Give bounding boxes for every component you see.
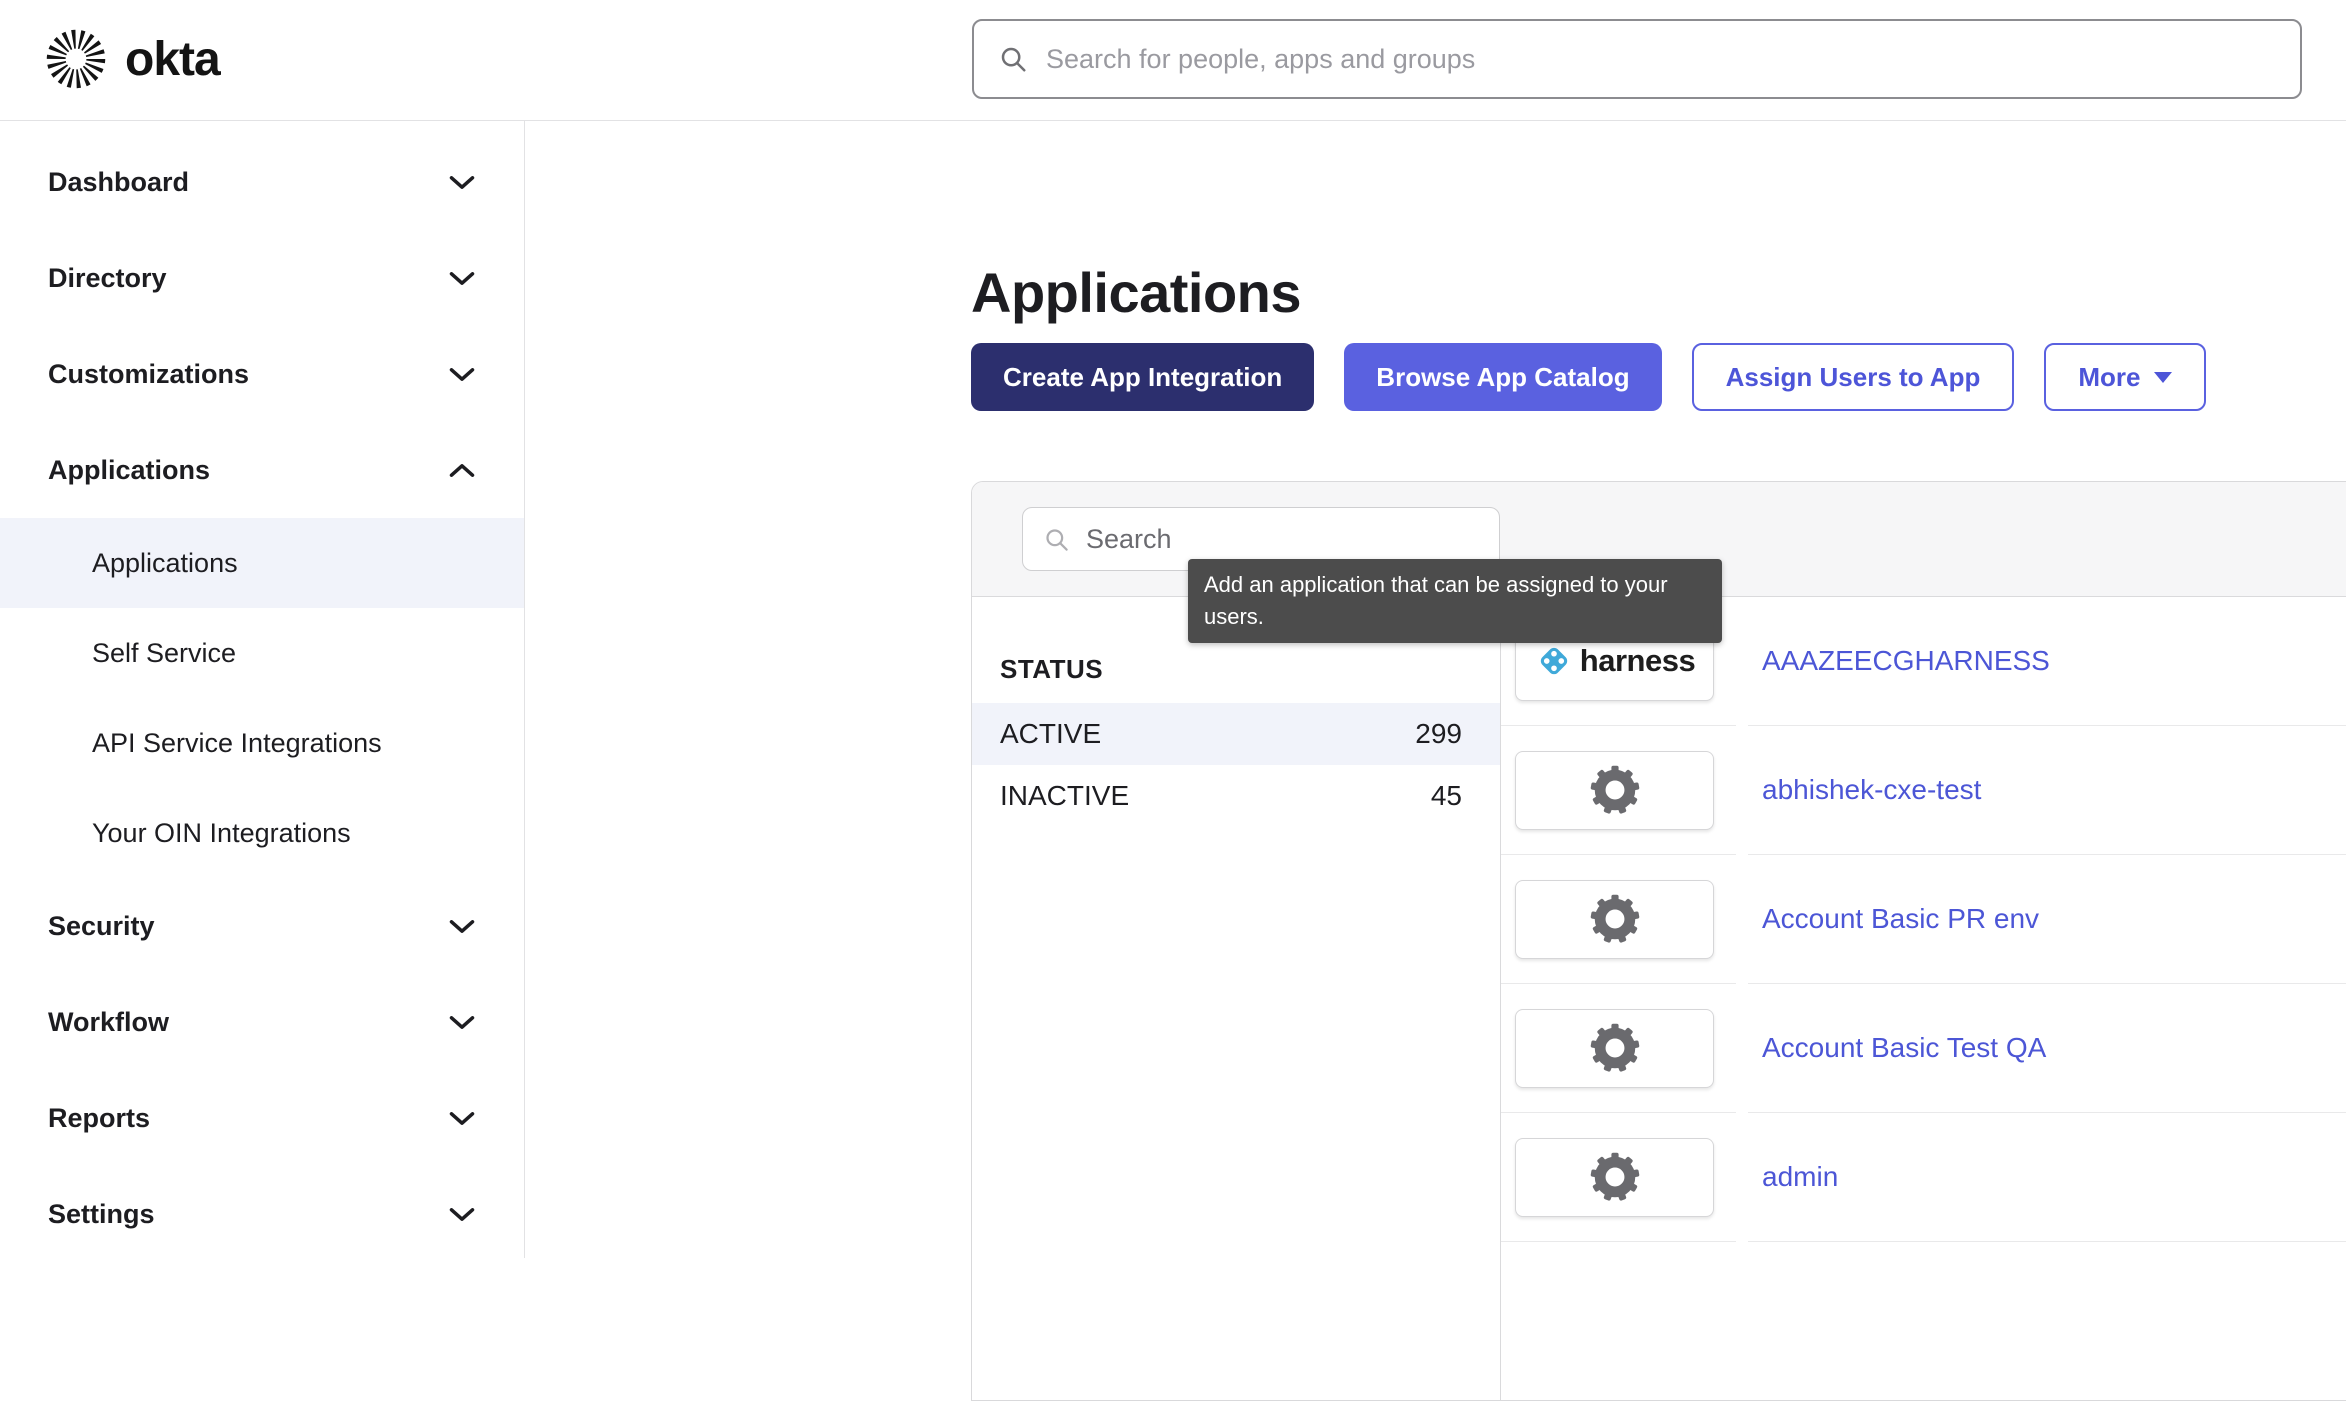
okta-wordmark: okta — [125, 32, 220, 87]
more-button[interactable]: More — [2044, 343, 2206, 411]
sidebar-item-directory[interactable]: Directory — [0, 230, 524, 326]
caret-down-icon — [2154, 372, 2172, 383]
status-filter-header: STATUS — [972, 647, 1500, 691]
gear-icon — [1588, 1150, 1642, 1204]
app-search-input[interactable] — [1084, 523, 1479, 556]
inactive-count: 45 — [1431, 780, 1462, 812]
okta-spinner-icon — [43, 26, 109, 92]
app-row[interactable]: admin — [1501, 1113, 2346, 1242]
chevron-down-icon — [448, 270, 476, 287]
chevron-down-icon — [448, 1110, 476, 1127]
sidebar-item-applications[interactable]: Applications — [0, 422, 524, 518]
app-link[interactable]: Account Basic PR env — [1762, 903, 2039, 935]
sidebar: Dashboard Directory Customizations Appli… — [0, 120, 525, 1258]
app-link[interactable]: admin — [1762, 1161, 1838, 1193]
global-search-input[interactable] — [1044, 43, 2276, 76]
sidebar-subitem-api-service-integrations[interactable]: API Service Integrations — [0, 698, 524, 788]
search-icon — [998, 44, 1028, 74]
sidebar-item-security[interactable]: Security — [0, 878, 524, 974]
tooltip-line: Add an application that can be assigned … — [1204, 569, 1706, 601]
assign-users-to-app-button[interactable]: Assign Users to App — [1692, 343, 2015, 411]
app-logo-tile — [1515, 880, 1714, 959]
chevron-up-icon — [448, 462, 476, 479]
sidebar-subitem-your-oin-integrations[interactable]: Your OIN Integrations — [0, 788, 524, 878]
page-title: Applications — [971, 260, 1301, 325]
sidebar-subitem-applications[interactable]: Applications — [0, 518, 524, 608]
chevron-down-icon — [448, 1206, 476, 1223]
chevron-down-icon — [448, 1014, 476, 1031]
chevron-down-icon — [448, 918, 476, 935]
app-row[interactable]: abhishek-cxe-test — [1501, 726, 2346, 855]
status-filter-active[interactable]: ACTIVE 299 — [972, 703, 1500, 765]
action-buttons: Create App Integration Browse App Catalo… — [971, 343, 2206, 411]
okta-logo[interactable]: okta — [43, 26, 220, 92]
sidebar-item-settings[interactable]: Settings — [0, 1166, 524, 1262]
topbar: okta — [0, 0, 2346, 121]
sidebar-item-workflow[interactable]: Workflow — [0, 974, 524, 1070]
card-body: STATUS ACTIVE 299 INACTIVE 45 — [972, 597, 2346, 1401]
app-link[interactable]: abhishek-cxe-test — [1762, 774, 1981, 806]
app-logo-tile — [1515, 1138, 1714, 1217]
active-count: 299 — [1415, 718, 1462, 750]
app-row[interactable]: Account Basic Test QA — [1501, 984, 2346, 1113]
app-row[interactable]: Account Basic PR env — [1501, 855, 2346, 984]
status-filter-panel: STATUS ACTIVE 299 INACTIVE 45 — [972, 597, 1501, 1401]
gear-icon — [1588, 1021, 1642, 1075]
sidebar-item-customizations[interactable]: Customizations — [0, 326, 524, 422]
browse-app-catalog-button[interactable]: Browse App Catalog — [1344, 343, 1661, 411]
app-logo-tile — [1515, 1009, 1714, 1088]
create-app-integration-button[interactable]: Create App Integration — [971, 343, 1314, 411]
chevron-down-icon — [448, 366, 476, 383]
app-logo-tile — [1515, 751, 1714, 830]
harness-logo-icon — [1534, 641, 1574, 681]
app-link[interactable]: Account Basic Test QA — [1762, 1032, 2046, 1064]
app-link[interactable]: AAAZEECGHARNESS — [1762, 645, 2050, 677]
tooltip-line: users. — [1204, 601, 1706, 633]
status-filter-inactive[interactable]: INACTIVE 45 — [972, 765, 1500, 827]
gear-icon — [1588, 892, 1642, 946]
search-icon — [1043, 526, 1070, 553]
tooltip: Add an application that can be assigned … — [1188, 559, 1722, 643]
sidebar-subitem-self-service[interactable]: Self Service — [0, 608, 524, 698]
chevron-down-icon — [448, 174, 476, 191]
gear-icon — [1588, 763, 1642, 817]
sidebar-item-reports[interactable]: Reports — [0, 1070, 524, 1166]
global-search[interactable] — [972, 19, 2302, 99]
app-list: harness AAAZEECGHARNESS — [1501, 597, 2346, 1401]
sidebar-item-dashboard[interactable]: Dashboard — [0, 134, 524, 230]
